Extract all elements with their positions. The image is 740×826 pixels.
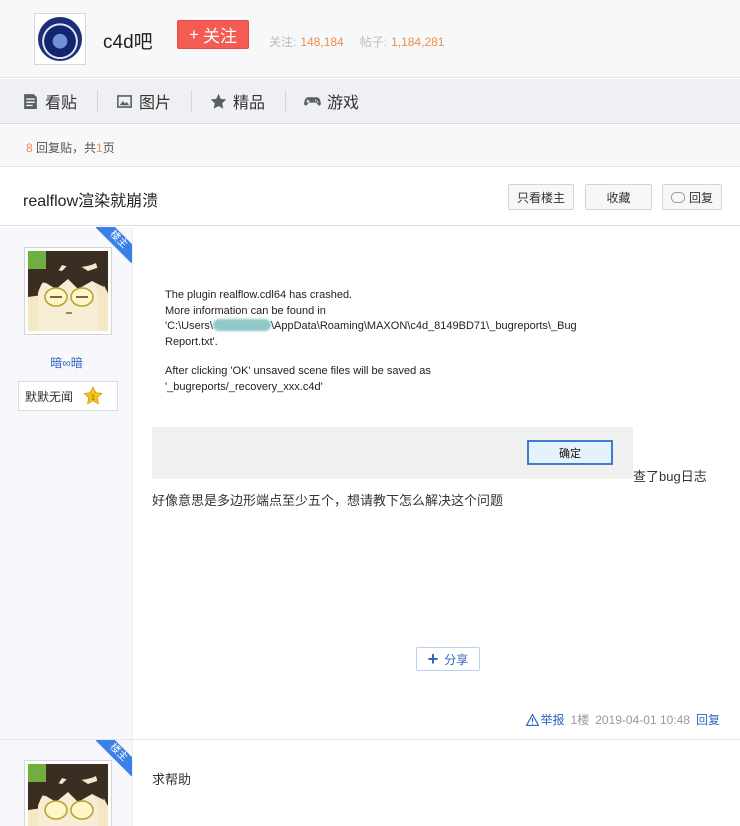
- crash-dialog-footer: 确定: [152, 427, 633, 479]
- floor-number: 1楼: [570, 713, 590, 727]
- post-timestamp: 2019-04-01 10:48: [595, 712, 690, 727]
- nav-label: 精品: [233, 95, 266, 112]
- reply-count-suffix: 回复贴，共: [32, 141, 97, 155]
- warning-icon: [525, 713, 539, 726]
- report-button[interactable]: 举报: [525, 711, 565, 728]
- post-floor-2: 楼主 求帮助: [0, 740, 740, 826]
- crash-line: More information can be found in: [165, 304, 326, 317]
- only-op-button[interactable]: 只看楼主: [508, 184, 574, 210]
- star-icon: [210, 93, 227, 109]
- c4d-logo-icon: [38, 17, 82, 61]
- report-label: 举报: [540, 713, 565, 727]
- author-level[interactable]: 默默无闻 1: [18, 381, 118, 411]
- page-count-suffix: 页: [102, 141, 115, 155]
- op-badge: 楼主: [96, 227, 132, 263]
- share-button[interactable]: + 分享: [416, 647, 480, 671]
- post-count-stat: 帖子: 1,184,281: [359, 35, 445, 49]
- crash-line: '_bugreports/_recovery_xxx.c4d': [165, 380, 323, 393]
- forum-stats: 关注: 148,184 帖子: 1,184,281: [269, 33, 444, 50]
- level-star-icon: 1: [83, 386, 103, 405]
- floor-reply-link[interactable]: 回复: [696, 711, 720, 728]
- reply-button-label: 回复: [688, 190, 713, 205]
- document-icon: [24, 93, 37, 109]
- author-sidebar: 楼主 暗∞暗 默默无闻 1: [0, 227, 133, 739]
- nav-item-images[interactable]: 图片: [116, 90, 193, 112]
- crash-line: Report.txt'.: [165, 335, 218, 348]
- crash-path-line: 'C:\Users\ \AppData\Roaming\MAXON\c4d_814…: [165, 319, 577, 332]
- reply-count: 8: [26, 141, 33, 155]
- crash-line: The plugin realflow.cdl64 has crashed.: [165, 289, 353, 301]
- anime-avatar-icon: [28, 251, 108, 331]
- nav-label: 游戏: [327, 95, 360, 112]
- plus-icon: +: [427, 649, 439, 669]
- image-icon: [117, 94, 132, 108]
- follow-button[interactable]: + 关注: [177, 20, 249, 49]
- post-meta: 举报 1楼 2019-04-01 10:48 回复: [525, 711, 720, 728]
- page-count: 1: [96, 141, 103, 155]
- level-title: 默默无闻: [25, 389, 74, 404]
- gamepad-icon: [304, 96, 321, 106]
- reply-button[interactable]: 回复: [662, 184, 722, 210]
- nav-label: 图片: [139, 95, 172, 112]
- forum-header: c4d吧 + 关注 关注: 148,184 帖子: 1,184,281: [0, 0, 740, 78]
- reply-count-bar: 8 回复贴，共1页: [0, 125, 740, 167]
- forum-name[interactable]: c4d吧: [103, 27, 153, 54]
- plus-icon: +: [189, 24, 199, 44]
- thread-title-bar: realflow渲染就崩溃 只看楼主 收藏 回复: [0, 168, 740, 226]
- level-number: 1: [91, 392, 95, 401]
- nav-item-featured[interactable]: 精品: [210, 90, 287, 112]
- op-badge-label: 楼主: [96, 740, 132, 776]
- author-sidebar: 楼主: [0, 740, 133, 826]
- op-badge-label: 楼主: [96, 227, 132, 263]
- redacted-username: [212, 319, 271, 331]
- post-body: 好像意思是多边形端点至少五个，想请教下怎么解决这个问题: [152, 493, 504, 508]
- speech-bubble-icon: [670, 191, 685, 203]
- ok-button[interactable]: 确定: [527, 440, 613, 465]
- nav-item-games[interactable]: 游戏: [304, 90, 379, 112]
- follow-label: 关注: [202, 27, 237, 46]
- nav-item-posts[interactable]: 看贴: [22, 90, 99, 112]
- author-username[interactable]: 暗∞暗: [0, 354, 133, 371]
- crash-dialog-message: The plugin realflow.cdl64 has crashed. M…: [165, 288, 605, 395]
- crash-line: After clicking 'OK' unsaved scene files …: [165, 365, 431, 377]
- thread-title: realflow渲染就崩溃: [23, 193, 159, 210]
- post-text-bug-note: 查了bug日志: [633, 469, 707, 484]
- forum-nav: 看贴 图片 精品 游戏: [0, 79, 740, 124]
- share-label: 分享: [444, 652, 469, 667]
- forum-logo[interactable]: [34, 13, 86, 65]
- favorite-button[interactable]: 收藏: [585, 184, 652, 210]
- op-badge: 楼主: [96, 740, 132, 776]
- post-body: 求帮助: [152, 772, 192, 787]
- post-floor-1: 楼主 暗∞暗 默默无闻 1 The plugin realflow.cdl64 …: [0, 227, 740, 740]
- nav-label: 看贴: [45, 95, 78, 112]
- follow-count-stat: 关注: 148,184: [269, 35, 344, 49]
